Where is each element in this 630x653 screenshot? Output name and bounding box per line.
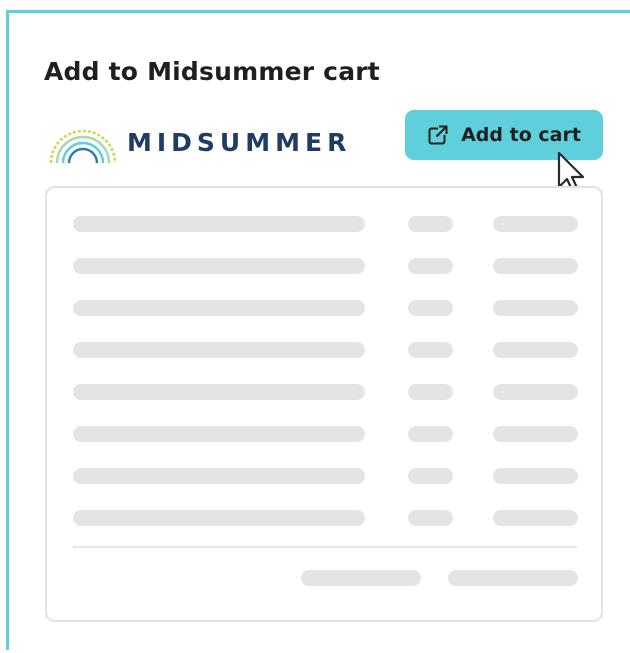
table-row [47, 300, 601, 316]
totals-divider [73, 546, 577, 548]
placeholder-item-qty [408, 468, 453, 484]
placeholder-item-price [493, 426, 578, 442]
placeholder-item-qty [408, 342, 453, 358]
placeholder-item-name [73, 384, 365, 400]
cart-items-placeholder-table [45, 186, 603, 622]
placeholder-item-qty [408, 384, 453, 400]
table-row [47, 468, 601, 484]
placeholder-item-name [73, 342, 365, 358]
placeholder-item-name [73, 426, 365, 442]
table-row [47, 426, 601, 442]
table-row [47, 216, 601, 232]
placeholder-total-label [301, 570, 421, 586]
external-link-icon [428, 125, 449, 145]
placeholder-item-price [493, 258, 578, 274]
placeholder-item-price [493, 216, 578, 232]
placeholder-item-qty [408, 258, 453, 274]
brand-name: MIDSUMMER [127, 127, 352, 157]
placeholder-total-value [448, 570, 578, 586]
table-row [47, 258, 601, 274]
placeholder-item-name [73, 258, 365, 274]
midsummer-arc-logo-icon [49, 129, 117, 164]
placeholder-item-price [493, 510, 578, 526]
placeholder-item-qty [408, 300, 453, 316]
table-row [47, 384, 601, 400]
midsummer-logo: MIDSUMMER [47, 117, 351, 167]
placeholder-item-qty [408, 426, 453, 442]
add-to-cart-panel: Add to Midsummer cart MIDSUMMER Add to c… [6, 10, 630, 650]
table-row [47, 342, 601, 358]
placeholder-item-price [493, 300, 578, 316]
placeholder-item-qty [408, 216, 453, 232]
placeholder-item-price [493, 342, 578, 358]
placeholder-item-name [73, 510, 365, 526]
placeholder-item-name [73, 300, 365, 316]
placeholder-item-qty [408, 510, 453, 526]
placeholder-item-price [493, 384, 578, 400]
placeholder-item-price [493, 468, 578, 484]
table-row [47, 510, 601, 526]
add-to-cart-label: Add to cart [461, 124, 581, 146]
panel-title: Add to Midsummer cart [44, 57, 380, 86]
placeholder-item-name [73, 216, 365, 232]
placeholder-item-name [73, 468, 365, 484]
